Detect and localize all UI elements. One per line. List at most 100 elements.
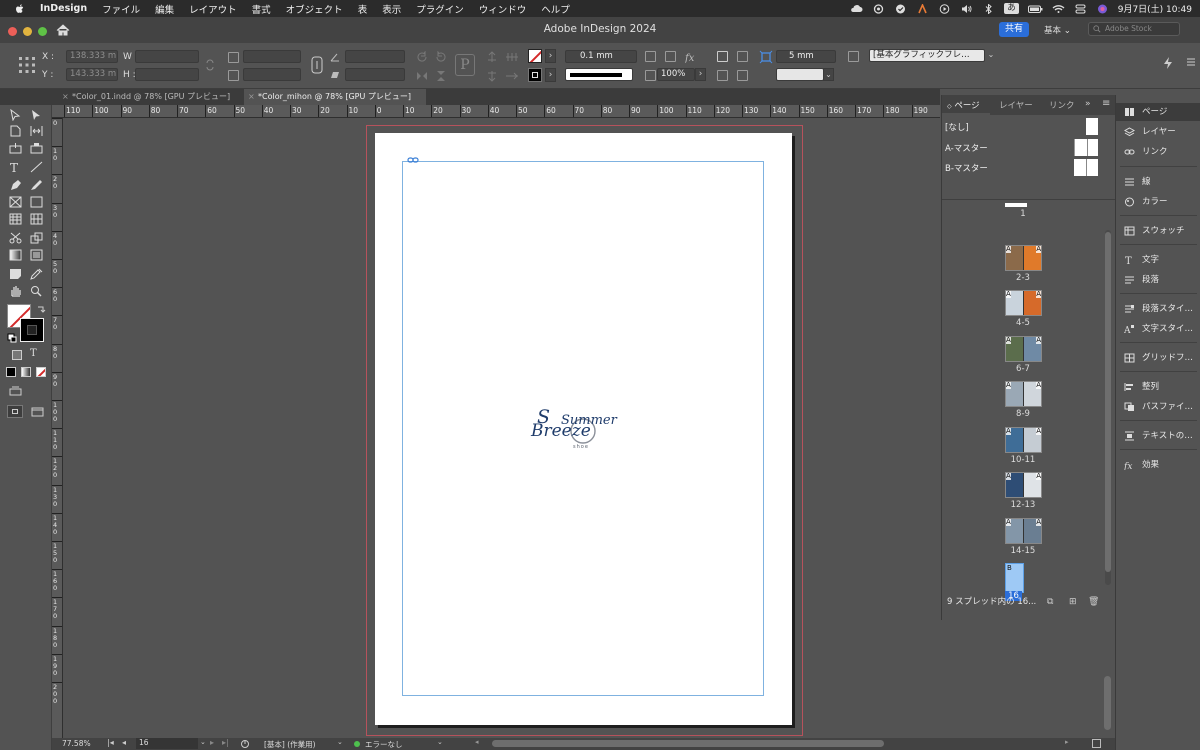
apply-gradient-icon[interactable] [21, 367, 31, 377]
menu-file[interactable]: ファイル [102, 2, 140, 16]
preflight-dropdown-icon[interactable]: ⌄ [437, 738, 443, 746]
last-page-icon[interactable]: ▸| [222, 738, 229, 747]
flip-vertical-icon[interactable] [435, 70, 447, 82]
link-frame-icon[interactable] [407, 157, 419, 163]
master-a[interactable]: A-マスター [945, 142, 988, 154]
control-center-icon[interactable] [1074, 4, 1087, 14]
fill-menu-arrow-icon[interactable]: › [545, 49, 556, 63]
page-thumbnail[interactable] [1005, 203, 1027, 207]
menu-object[interactable]: オブジェクト [286, 2, 343, 16]
next-page-icon[interactable]: ▸ [210, 738, 214, 747]
tab-color-01[interactable]: × *Color_01.indd @ 78% [GPU プレビュー] [58, 89, 242, 105]
swap-fill-stroke-icon[interactable] [36, 305, 46, 315]
reference-point-icon[interactable] [18, 56, 36, 74]
page-thumbnail-selected[interactable]: B [1005, 563, 1024, 593]
siri-icon[interactable] [1096, 4, 1109, 14]
vertical-ruler[interactable]: 0 10 20 30 40 50 60 70 80 90 100 110 120 130 140 150 160… [52, 118, 63, 738]
stroke-menu-arrow-icon[interactable]: › [545, 68, 556, 82]
dock-swatches[interactable]: スウォッチ [1116, 222, 1200, 240]
rotate-field[interactable] [345, 50, 405, 63]
content-placer-icon[interactable] [30, 142, 43, 154]
master-b-thumbnail[interactable] [1074, 159, 1098, 176]
share-button[interactable]: 共有 [999, 22, 1029, 37]
play-icon[interactable] [938, 3, 951, 14]
frame-fitting-icon[interactable] [645, 51, 656, 62]
battery-icon[interactable] [1027, 4, 1043, 14]
hand-tool-icon[interactable] [9, 285, 22, 297]
dock-effects[interactable]: fx 効果 [1116, 456, 1200, 474]
dock-character-styles[interactable]: A 文字スタイ… [1116, 320, 1200, 338]
page-number-label[interactable]: 8-9 [1003, 409, 1043, 419]
master-b[interactable]: B-マスター [945, 162, 988, 174]
scale-y-field[interactable] [243, 68, 301, 81]
zoom-level[interactable]: 77.58% [62, 739, 91, 748]
content-collector-icon[interactable] [9, 142, 22, 154]
stroke-weight-field[interactable]: 0.1 mm [565, 50, 637, 63]
collapse-panel-icon[interactable]: » [1085, 99, 1091, 109]
free-transform-tool-icon[interactable] [30, 232, 43, 244]
cloud-icon[interactable] [850, 4, 863, 14]
dock-text-wrap[interactable]: テキストの… [1116, 427, 1200, 445]
gap-tool-icon[interactable] [30, 125, 43, 137]
corner-shape-field[interactable] [776, 68, 824, 81]
panel-scrollbar[interactable] [1105, 230, 1111, 585]
apple-icon[interactable] [14, 3, 26, 15]
stroke-type-field[interactable] [565, 68, 633, 81]
menu-view[interactable]: 表示 [382, 2, 401, 16]
ime-indicator[interactable]: あ [1004, 3, 1019, 14]
page-number-label[interactable]: 1 [1003, 209, 1043, 219]
select-next-icon[interactable] [505, 70, 519, 82]
preflight-status-icon[interactable] [354, 741, 360, 747]
page-tool-icon[interactable] [9, 125, 22, 137]
page-number-label[interactable]: 4-5 [1003, 318, 1043, 328]
opacity-arrow-icon[interactable]: › [695, 68, 706, 81]
screen-mode-icon[interactable] [31, 407, 44, 417]
scissors-tool-icon[interactable] [9, 232, 22, 244]
text-wrap-jump-icon[interactable] [737, 70, 748, 81]
line-tool-icon[interactable] [30, 161, 43, 173]
object-style-chevron-icon[interactable]: ⌄ [985, 49, 997, 62]
master-none[interactable]: [なし] [945, 121, 969, 133]
page-dropdown-icon[interactable]: ⌄ [200, 738, 206, 746]
master-none-thumbnail[interactable] [1086, 118, 1098, 135]
document-canvas[interactable]: S Summer Breeze shoe [63, 118, 940, 738]
dock-layers[interactable]: レイヤー [1116, 123, 1200, 141]
dock-pathfinder[interactable]: パスファイ… [1116, 398, 1200, 416]
tab-links[interactable]: リンク [1049, 99, 1075, 111]
scroll-left-icon[interactable]: ◂ [475, 738, 479, 746]
tab-layers[interactable]: レイヤー [999, 99, 1033, 111]
menu-type[interactable]: 書式 [252, 2, 271, 16]
first-page-icon[interactable]: |◂ [107, 738, 114, 747]
grammarly-icon[interactable] [894, 4, 907, 14]
horizontal-scrollbar[interactable] [492, 740, 884, 747]
volume-icon[interactable] [960, 4, 973, 14]
menubar-clock[interactable]: 9月7日(土) 10:49 [1118, 2, 1192, 15]
gradient-feather-tool-icon[interactable] [30, 249, 43, 261]
pen-tool-icon[interactable] [9, 179, 22, 191]
document-page[interactable]: S Summer Breeze shoe [375, 133, 792, 725]
scroll-right-icon[interactable]: ▸ [1065, 738, 1069, 746]
text-wrap-shape-icon[interactable] [717, 70, 728, 81]
menu-plugins[interactable]: プラグイン [416, 2, 464, 16]
stroke-swatch[interactable] [528, 68, 542, 82]
object-style-dropdown[interactable]: [基本グラフィックフレ… [869, 49, 985, 62]
horizontal-grid-tool-icon[interactable] [9, 213, 22, 225]
sync-icon[interactable] [872, 3, 885, 14]
page-number-label[interactable]: 14-15 [1003, 546, 1043, 556]
formatting-text-icon[interactable]: T [30, 348, 37, 359]
dock-paragraph-styles[interactable]: 段落スタイ… [1116, 300, 1200, 318]
spread-thumbnail[interactable]: AA [1005, 517, 1042, 544]
menu-app-name[interactable]: InDesign [40, 3, 87, 14]
x-field[interactable]: 138.333 m [66, 50, 118, 63]
lightning-icon[interactable] [1163, 57, 1173, 69]
w-field[interactable] [135, 50, 199, 63]
delete-page-icon[interactable]: 🗑 [1088, 593, 1099, 611]
opacity-field[interactable]: 100% [657, 68, 695, 81]
formatting-container-icon[interactable] [12, 350, 22, 360]
gradient-swatch-tool-icon[interactable] [9, 249, 22, 261]
page-number-field[interactable]: 16 [136, 738, 198, 749]
fill-swatch[interactable] [528, 49, 542, 63]
drop-shadow-icon[interactable] [645, 70, 656, 81]
type-tool-icon[interactable]: T [9, 161, 22, 173]
page-number-label[interactable]: 12-13 [1003, 500, 1043, 510]
